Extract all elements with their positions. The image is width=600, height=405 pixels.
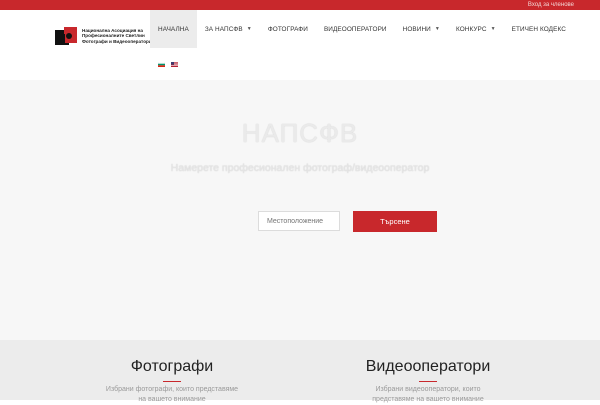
videographers-description-line-2: представяме на вашето внимание	[372, 396, 484, 403]
nav-item-news[interactable]: НОВИНИ ▼	[395, 10, 448, 48]
nav-item-home[interactable]: НАЧАЛНА	[150, 10, 197, 48]
photographers-description-line-2: на вашето внимание	[138, 396, 206, 403]
chevron-down-icon: ▼	[434, 26, 440, 32]
chevron-down-icon: ▼	[246, 26, 252, 32]
association-logo-icon	[55, 27, 77, 45]
location-input[interactable]	[258, 211, 340, 231]
photographers-title[interactable]: Фотографи	[72, 357, 272, 377]
logo-text: Национална Асоциация на Професионалните …	[82, 28, 152, 44]
language-switcher	[158, 62, 178, 67]
nav-item-label: ФОТОГРАФИ	[267, 25, 308, 33]
nav-item-label: НОВИНИ	[402, 25, 431, 33]
member-login-link[interactable]: Вход за членове	[528, 1, 574, 9]
hero-subtitle: Намерете професионален фотограф/видеоопе…	[170, 162, 430, 174]
top-bar: Вход за членове	[0, 0, 600, 10]
site-logo[interactable]: Национална Асоциация на Професионалните …	[55, 26, 152, 52]
title-divider	[163, 381, 181, 382]
nav-item-about[interactable]: ЗА НАПСФВ ▼	[197, 10, 260, 48]
nav-item-videographers[interactable]: ВИДЕООПЕРАТОРИ	[316, 10, 395, 48]
nav-item-photographers[interactable]: ФОТОГРАФИ	[260, 10, 316, 48]
nav-item-ethics-code[interactable]: ЕТИЧЕН КОДЕКС	[504, 10, 574, 48]
bulgarian-flag-icon[interactable]	[158, 62, 165, 67]
title-divider	[419, 381, 437, 382]
nav-item-contest[interactable]: КОНКУРС ▼	[448, 10, 504, 48]
photographers-description-line-1: Избрани фотографи, които представяме	[105, 386, 239, 393]
videographers-description-line-1: Избрани видеооператори, които	[375, 386, 481, 393]
videographers-block: Видеооператори Избрани видеооператори, к…	[328, 357, 528, 405]
english-flag-icon[interactable]	[171, 62, 178, 67]
main-navigation: НАЧАЛНА ЗА НАПСФВ ▼ ФОТОГРАФИ ВИДЕООПЕРА…	[150, 10, 574, 48]
nav-item-label: ЕТИЧЕН КОДЕКС	[511, 25, 566, 33]
logo-line-3: Фотографи и Видеооператори	[82, 38, 152, 44]
hero-title: НАПСФВ	[241, 118, 359, 148]
photographers-block: Фотографи Избрани фотографи, които предс…	[72, 357, 272, 405]
nav-item-label: КОНКУРС	[455, 25, 487, 33]
search-button[interactable]: Търсене	[353, 211, 437, 232]
chevron-down-icon: ▼	[490, 26, 496, 32]
nav-item-label: ВИДЕООПЕРАТОРИ	[323, 25, 387, 33]
nav-item-label: НАЧАЛНА	[158, 25, 189, 33]
nav-item-label: ЗА НАПСФВ	[204, 25, 243, 33]
videographers-title[interactable]: Видеооператори	[328, 357, 528, 377]
